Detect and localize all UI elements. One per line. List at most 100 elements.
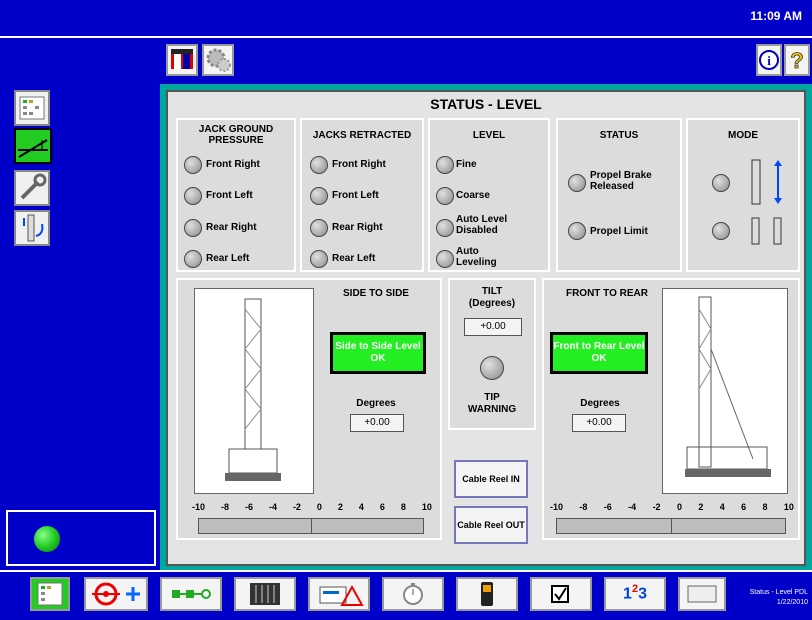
side-scale-labels: -10 -8 -6 -4 -2 0 2 4 6 8 10	[192, 502, 432, 512]
target-button[interactable]	[84, 577, 148, 611]
scale-label: 4	[358, 502, 364, 512]
timer-button[interactable]	[382, 577, 444, 611]
scale-label: 10	[421, 502, 432, 512]
scale-label: -8	[579, 502, 588, 512]
scale-label: -8	[220, 502, 229, 512]
indicator-light	[436, 187, 454, 205]
cable-reel-in-button[interactable]: Cable Reel IN	[454, 460, 528, 498]
status-screen-name: Status - Level PDL	[749, 589, 808, 596]
degrees-label: Degrees	[356, 398, 396, 409]
indicator-light	[712, 174, 730, 192]
indicator-label: Propel Limit	[590, 226, 648, 237]
side-to-side-degrees-value: +0.00	[350, 414, 404, 432]
indicator-light	[310, 250, 328, 268]
blank-screen-icon	[687, 585, 717, 603]
info-button[interactable]: i	[756, 44, 782, 76]
group-header: STATUS	[599, 130, 639, 141]
numbers-first: 1	[623, 585, 632, 603]
front-to-rear-ok-indicator: Front to Rear Level OK	[550, 332, 648, 374]
mast-rotate-button[interactable]	[14, 210, 50, 246]
phone-button[interactable]	[456, 577, 518, 611]
indicator-label: Front Right	[206, 159, 260, 170]
gear-button[interactable]	[202, 44, 234, 76]
indicator-label: Auto Level Disabled	[456, 214, 508, 236]
side-to-side-header: SIDE TO SIDE	[343, 288, 409, 299]
tip-warning-light	[480, 356, 504, 380]
gauge-screen-button[interactable]	[166, 44, 198, 76]
front-to-rear-group: FRONT TO REAR Front to Rear Level OK Deg…	[542, 278, 800, 540]
numbers-last: 3	[638, 585, 647, 603]
indicator-label: Rear Right	[332, 222, 383, 233]
indicator-label: Coarse	[456, 190, 490, 201]
scale-label: 8	[762, 502, 768, 512]
level-button[interactable]	[14, 128, 52, 164]
gear-icon	[206, 48, 231, 72]
sequence-button[interactable]	[160, 577, 222, 611]
indicator-light	[436, 250, 454, 268]
indicator-label: Front Right	[332, 159, 386, 170]
wrench-icon	[20, 173, 47, 200]
front-to-rear-header: FRONT TO REAR	[565, 288, 649, 299]
blank-screen-button[interactable]	[678, 577, 726, 611]
warning-label: WARNING	[467, 404, 517, 415]
indicator-label: Fine	[456, 159, 477, 170]
chart-warning-icon	[319, 584, 364, 606]
level-icon	[18, 139, 48, 158]
status-indicator	[34, 526, 60, 552]
scale-label: 2	[337, 502, 343, 512]
chart-warning-button[interactable]	[308, 577, 370, 611]
left-nav	[0, 84, 160, 570]
phone-icon	[481, 582, 493, 606]
bottom-nav: 123 Status - Level PDL 1/22/2010	[0, 570, 812, 620]
rig-side-drawing	[225, 298, 281, 481]
scale-label: -6	[244, 502, 253, 512]
front-scale-labels: -10 -8 -6 -4 -2 0 2 4 6 8 10	[550, 502, 794, 512]
side-to-side-group: SIDE TO SIDE Side to Side Level OK Degre…	[176, 278, 442, 540]
status-level-panel: STATUS - LEVEL JACK GROUND PRESSURE Fron…	[166, 90, 806, 566]
group-header: JACK GROUND PRESSURE	[198, 124, 274, 146]
indicator-light	[184, 219, 202, 237]
screen-layout-button[interactable]	[30, 577, 70, 611]
scale-label: -6	[603, 502, 612, 512]
indicator-light	[184, 187, 202, 205]
wrench-button[interactable]	[14, 170, 50, 206]
indicator-label: Front Left	[332, 190, 379, 201]
gauge-screen-icon	[171, 49, 193, 69]
indicator-light	[436, 156, 454, 174]
scale-label: 8	[400, 502, 406, 512]
indicator-light	[568, 174, 586, 192]
mode-group: MODE	[686, 118, 800, 272]
help-button[interactable]: ?	[784, 44, 810, 76]
checkbox-icon	[551, 585, 569, 603]
panel-icon	[250, 583, 280, 605]
scale-label: -2	[652, 502, 661, 512]
cable-reel-out-button[interactable]: Cable Reel OUT	[454, 506, 528, 544]
indicator-light	[310, 219, 328, 237]
page-title: STATUS - LEVEL	[430, 96, 542, 112]
scale-label: -4	[268, 502, 277, 512]
mast-up-icon	[751, 159, 782, 205]
title-bar: 11:09 AM	[0, 0, 812, 37]
indicator-light	[310, 187, 328, 205]
screen-layout-icon	[19, 96, 45, 120]
indicator-light	[436, 219, 454, 237]
scale-label: 6	[741, 502, 747, 512]
scale-label: 10	[783, 502, 794, 512]
numbers-icon: 123	[606, 583, 664, 603]
scale-label: -2	[292, 502, 301, 512]
status-group: STATUS Propel Brake Released Propel Limi…	[556, 118, 682, 272]
scale-label: 2	[698, 502, 704, 512]
numbers-button[interactable]: 123	[604, 577, 666, 611]
svg-text:i: i	[767, 53, 771, 68]
screen-layout-button[interactable]	[14, 90, 50, 126]
panel-button[interactable]	[234, 577, 296, 611]
front-to-rear-degrees-value: +0.00	[572, 414, 626, 432]
indicator-light	[184, 156, 202, 174]
clock: 11:09 AM	[750, 9, 802, 23]
scale-label: 0	[676, 502, 682, 512]
tip-label: TIP	[484, 392, 500, 403]
mast-rotate-icon	[23, 214, 44, 242]
jacks-retracted-group: JACKS RETRACTED Front Right Front Left R…	[300, 118, 424, 272]
checkbox-button[interactable]	[530, 577, 592, 611]
rig-front-image	[662, 288, 788, 494]
